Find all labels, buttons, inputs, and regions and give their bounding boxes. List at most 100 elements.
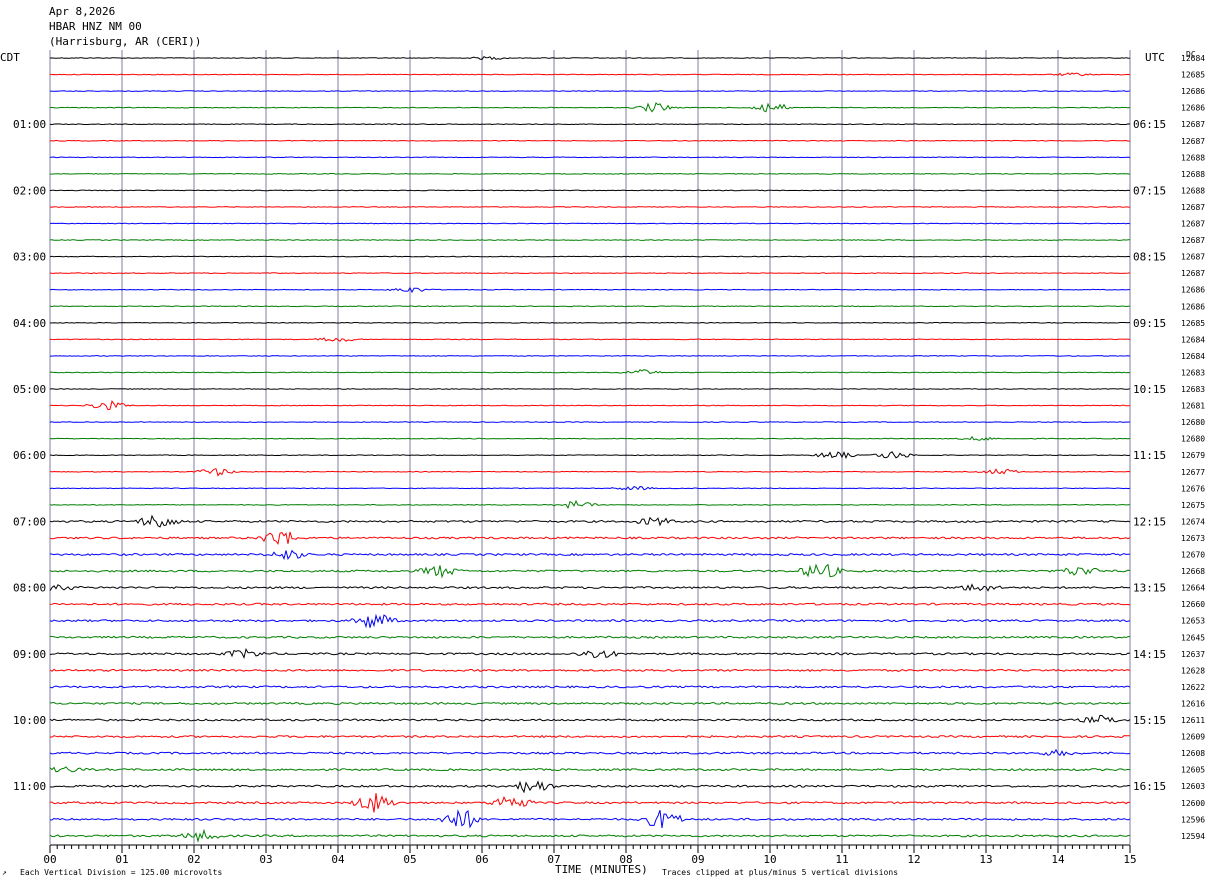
time-grid — [49, 50, 1131, 845]
cdt-hour-label: 10:00 — [13, 714, 46, 727]
trace-line — [49, 549, 1131, 561]
dc-offset-value: 12686 — [1181, 302, 1205, 311]
dc-offset-value: 12687 — [1181, 253, 1205, 262]
trace-line — [50, 90, 1131, 92]
x-tick-label: 02 — [187, 853, 200, 866]
trace-line — [49, 635, 1131, 639]
trace-line — [49, 793, 1131, 813]
dc-offset-value: 12675 — [1181, 501, 1205, 510]
trace-line — [49, 648, 1131, 659]
dc-offset-value: 12684 — [1181, 352, 1205, 361]
location-label: (Harrisburg, AR (CERI)) — [49, 35, 201, 48]
trace-line — [49, 102, 1131, 113]
trace-line — [49, 451, 1131, 460]
utc-hour-label: 09:15 — [1133, 317, 1166, 330]
left-timezone-label: CDT — [0, 51, 20, 64]
trace-line — [49, 189, 1131, 192]
dc-offset-value: 12687 — [1181, 269, 1205, 278]
trace-line — [49, 139, 1131, 142]
trace-line — [49, 748, 1131, 757]
dc-offset-value: 12670 — [1181, 551, 1205, 560]
trace-line — [49, 602, 1131, 606]
header: Apr 8,2026 HBAR HNZ NM 00 (Harrisburg, A… — [49, 5, 201, 48]
x-tick-label: 00 — [43, 853, 56, 866]
utc-hour-label: 08:15 — [1133, 251, 1166, 264]
cdt-hour-label: 08:00 — [13, 582, 46, 595]
x-tick-label: 11 — [835, 853, 848, 866]
dc-offset-value: 12686 — [1181, 104, 1205, 113]
cdt-hour-label: 03:00 — [13, 251, 46, 264]
x-tick-label: 14 — [1051, 853, 1065, 866]
dc-offset-value: 12685 — [1181, 71, 1205, 80]
trace-line — [49, 321, 1131, 324]
scale-note: Each Vertical Division = 125.00 microvol… — [20, 868, 222, 877]
dc-offset-value: 12687 — [1181, 236, 1205, 245]
x-tick-label: 12 — [907, 853, 920, 866]
x-tick-label: 04 — [331, 853, 345, 866]
dc-offset-value: 12679 — [1181, 451, 1205, 460]
trace-line — [49, 369, 1131, 375]
trace-line — [49, 172, 1131, 175]
trace-line — [49, 714, 1131, 724]
trace-line — [49, 499, 1130, 510]
dc-offset-value: 12611 — [1181, 716, 1205, 725]
cdt-hour-label: 11:00 — [13, 780, 46, 793]
utc-hour-label: 10:15 — [1133, 383, 1166, 396]
trace-line — [49, 355, 1131, 357]
trace-line — [49, 305, 1131, 308]
trace-line — [49, 286, 1130, 294]
trace-line — [49, 685, 1131, 689]
trace-line — [49, 388, 1131, 390]
x-tick-label: 10 — [763, 853, 776, 866]
x-tick-label: 01 — [115, 853, 128, 866]
scale-icon: ↗ — [2, 868, 7, 877]
x-axis-title: TIME (MINUTES) — [555, 863, 648, 876]
trace-line — [49, 435, 1131, 441]
trace-line — [49, 531, 1131, 546]
trace-line — [49, 809, 1131, 829]
helicorder-plot: Apr 8,2026 HBAR HNZ NM 00 (Harrisburg, A… — [0, 5, 1205, 877]
trace-line — [49, 828, 1131, 844]
utc-hour-label: 11:15 — [1133, 449, 1166, 462]
trace-line — [49, 255, 1131, 258]
dc-offset-value: 12686 — [1181, 87, 1205, 96]
utc-hour-label: 13:15 — [1133, 582, 1166, 595]
trace-line — [49, 486, 1131, 491]
trace-line — [49, 55, 1131, 61]
dc-offset-value: 12673 — [1181, 534, 1205, 543]
trace-line — [49, 613, 1131, 629]
cdt-hour-label: 07:00 — [13, 515, 46, 528]
dc-offset-value: 12687 — [1181, 203, 1205, 212]
trace-line — [50, 222, 1131, 225]
dc-offset-value: 12653 — [1181, 617, 1205, 626]
dc-offset-labels: 12684 12685 12686 12686 12687 12687 12688 12688… — [1181, 54, 1205, 841]
utc-hour-label: 14:15 — [1133, 648, 1166, 661]
x-tick-label: 03 — [259, 853, 272, 866]
cdt-hour-label: 05:00 — [13, 383, 46, 396]
x-tick-label: 06 — [475, 853, 488, 866]
utc-hour-label: 07:15 — [1133, 184, 1166, 197]
dc-offset-value: 12685 — [1181, 319, 1205, 328]
dc-offset-value: 12686 — [1181, 286, 1205, 295]
dc-offset-value: 12628 — [1181, 666, 1205, 675]
dc-offset-value: 12605 — [1181, 766, 1205, 775]
trace-line — [49, 734, 1130, 739]
dc-offset-value: 12637 — [1181, 650, 1205, 659]
trace-line — [49, 400, 1131, 411]
dc-offset-value: 12677 — [1181, 468, 1205, 477]
x-tick-label: 05 — [403, 853, 416, 866]
dc-offset-value: 12664 — [1181, 584, 1205, 593]
dc-offset-value: 12683 — [1181, 385, 1205, 394]
cdt-hour-label: 09:00 — [13, 648, 46, 661]
dc-offset-value: 12680 — [1181, 435, 1205, 444]
trace-line — [49, 72, 1131, 77]
utc-hour-label: 06:15 — [1133, 118, 1166, 131]
trace-lines — [49, 55, 1131, 844]
dc-offset-value: 12622 — [1181, 683, 1205, 692]
dc-offset-value: 12608 — [1181, 749, 1205, 758]
dc-offset-value: 12687 — [1181, 120, 1205, 129]
cdt-hour-label: 02:00 — [13, 184, 46, 197]
dc-offset-value: 12668 — [1181, 567, 1205, 576]
trace-line — [49, 780, 1131, 794]
utc-hour-label: 16:15 — [1133, 780, 1166, 793]
